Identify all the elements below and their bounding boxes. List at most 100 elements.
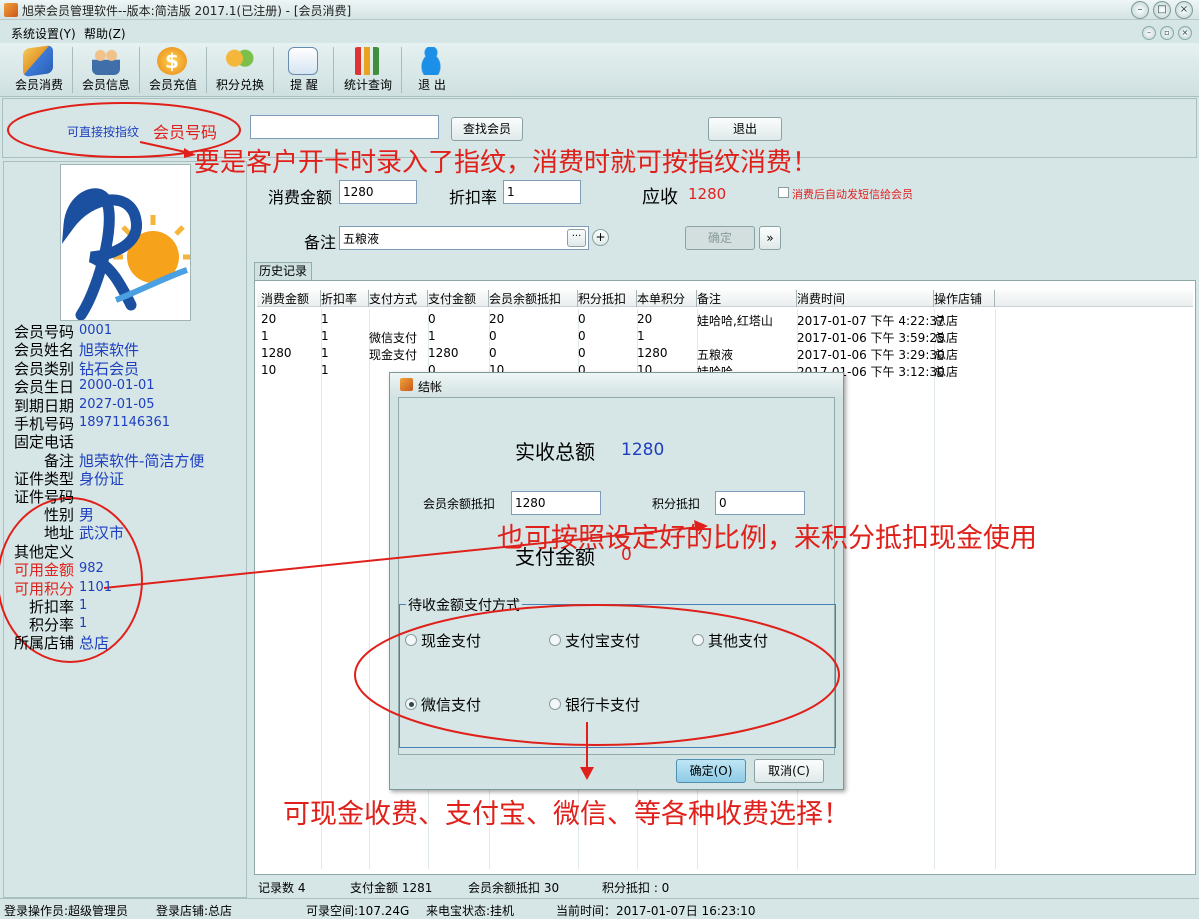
history-column-header[interactable]: 消费金额: [261, 290, 321, 307]
summary-count: 记录数 4: [258, 881, 306, 895]
dollar-coin-icon: $: [157, 47, 187, 75]
member-field-value: 钻石会员: [79, 360, 140, 378]
payment-option[interactable]: 现金支付: [405, 630, 535, 650]
remark-more-button[interactable]: ···: [567, 229, 586, 247]
member-field-value: 982: [79, 561, 104, 576]
table-cell: 0: [578, 329, 586, 343]
exit-person-icon: [416, 47, 446, 75]
sms-checkbox[interactable]: [778, 187, 789, 198]
member-field-value: 2027-01-05: [79, 397, 155, 412]
reminder-icon: [288, 47, 318, 75]
close-icon[interactable]: ×: [1175, 1, 1193, 19]
payment-option[interactable]: 微信支付: [405, 694, 535, 714]
mdi-restore-icon[interactable]: ▫: [1160, 26, 1174, 40]
dialog-title: 结帐: [418, 380, 443, 394]
member-field-value: 身份证: [79, 470, 125, 488]
summary-paid: 支付金额 1281: [350, 881, 433, 895]
history-column-header[interactable]: 消费时间: [797, 290, 934, 307]
confirm-button[interactable]: 确定: [685, 226, 755, 250]
table-cell: 20: [637, 312, 653, 326]
payment-option-label: 银行卡支付: [565, 696, 641, 714]
history-column-header[interactable]: 会员余额抵扣: [489, 290, 578, 307]
table-cell: 1: [637, 329, 645, 343]
history-column-header[interactable]: 支付方式: [369, 290, 428, 307]
status-operator: 登录操作员:超级管理员: [4, 904, 129, 918]
find-member-button[interactable]: 查找会员: [451, 117, 523, 141]
mdi-close-icon[interactable]: ×: [1178, 26, 1192, 40]
history-column-header[interactable]: 操作店铺: [934, 290, 995, 307]
column-gridline: [934, 309, 935, 869]
column-gridline: [995, 309, 996, 869]
history-column-header[interactable]: 折扣率: [321, 290, 369, 307]
table-cell: 1280: [637, 346, 668, 360]
radio-icon[interactable]: [549, 698, 561, 710]
member-no-input[interactable]: [250, 115, 439, 139]
window-title: 旭荣会员管理软件--版本:简洁版 2017.1(已注册) - [会员消费]: [22, 4, 352, 18]
payment-option[interactable]: 其他支付: [692, 630, 822, 650]
toolbar-member-recharge[interactable]: $ 会员充值: [141, 45, 205, 95]
table-cell: 10: [261, 363, 277, 377]
member-no-label: 会员号码: [153, 123, 218, 142]
tab-history[interactable]: 历史记录: [254, 262, 312, 280]
minimize-icon[interactable]: –: [1131, 1, 1149, 19]
dialog-title-bar: 结帐: [390, 373, 843, 397]
member-field-value: 总店: [79, 634, 110, 652]
payment-option[interactable]: 银行卡支付: [549, 694, 679, 714]
radio-icon[interactable]: [692, 634, 704, 646]
maximize-icon[interactable]: □: [1153, 1, 1171, 19]
toolbar: 会员消费 会员信息 $ 会员充值 积分兑换 提 醒 统计查询 退 出: [0, 43, 1199, 97]
next-button[interactable]: »: [759, 226, 781, 250]
table-cell: 1: [321, 346, 329, 360]
annotation-payments: 可现金收费、支付宝、微信、等各种收费选择！: [283, 799, 850, 830]
summary-points: 积分抵扣 : 0: [602, 881, 670, 895]
member-field-label: 可用金额: [13, 561, 74, 579]
amount-input[interactable]: [339, 180, 417, 204]
annotation-fingerprint: 要是客户开卡时录入了指纹，消费时就可按指纹消费！: [194, 148, 819, 178]
amount-label: 消费金额: [268, 188, 333, 207]
app-icon: [4, 3, 18, 17]
radio-icon[interactable]: [549, 634, 561, 646]
discount-input[interactable]: [503, 180, 581, 204]
toolbar-reminder[interactable]: 提 醒: [272, 45, 336, 95]
toolbar-member-consume[interactable]: 会员消费: [7, 44, 71, 95]
payment-option-label: 支付宝支付: [565, 632, 641, 650]
history-column-header[interactable]: 备注: [697, 290, 797, 307]
table-cell: 20: [489, 312, 505, 326]
dialog-ok-button[interactable]: 确定(O): [676, 759, 746, 783]
toolbar-exit[interactable]: 退 出: [400, 45, 464, 95]
toolbar-points-exchange[interactable]: 积分兑换: [208, 45, 272, 95]
radio-icon[interactable]: [405, 634, 417, 646]
mdi-minimize-icon[interactable]: –: [1142, 26, 1156, 40]
payment-option[interactable]: 支付宝支付: [549, 630, 679, 650]
toolbar-member-info[interactable]: 会员信息: [74, 45, 138, 95]
table-cell: 1: [321, 312, 329, 326]
table-row[interactable]: 1280 1 现金支付 1280 0 0 1280 五粮液 2017-01-06 下午 3:29…: [255, 346, 1195, 363]
dialog-body: 实收总额 1280 会员余额抵扣 积分抵扣 支付金额 0 待收金额支付方式 现金…: [398, 397, 836, 755]
history-column-header[interactable]: 支付金额: [428, 290, 489, 307]
remark-input[interactable]: [339, 226, 589, 250]
points-deduct-input[interactable]: [715, 491, 805, 515]
table-cell: 总店: [934, 314, 959, 328]
table-cell: 0: [428, 312, 436, 326]
member-field-value: 0001: [79, 323, 113, 338]
member-field-value: 18971146361: [79, 415, 170, 430]
table-cell: 0: [578, 346, 586, 360]
table-cell: 娃哈哈,红塔山: [697, 314, 773, 328]
dialog-cancel-button[interactable]: 取消(C): [754, 759, 824, 783]
menu-system-settings[interactable]: 系统设置(Y): [11, 25, 76, 42]
table-row[interactable]: 1 1 微信支付 1 0 0 1 2017-01-06 下午 3:59:25 总店: [255, 329, 1195, 346]
history-column-header[interactable]: 本单积分: [637, 290, 697, 307]
table-cell: 总店: [934, 365, 959, 379]
history-column-header[interactable]: 积分抵扣: [578, 290, 637, 307]
table-row[interactable]: 20 1 0 20 0 20 娃哈哈,红塔山 2017-01-07 下午 4:22:37 总店: [255, 312, 1195, 329]
add-remark-button[interactable]: +: [592, 229, 609, 246]
radio-selected-icon[interactable]: [405, 698, 417, 710]
balance-deduct-input[interactable]: [511, 491, 601, 515]
table-cell: 总店: [934, 348, 959, 362]
status-bar: 登录操作员:超级管理员 登录店铺:总店 可录空间:107.24G 来电宝状态:挂…: [0, 898, 1199, 919]
payment-option-label: 其他支付: [708, 632, 769, 650]
menu-help[interactable]: 帮助(Z): [84, 25, 126, 42]
balance-deduct-label: 会员余额抵扣: [423, 497, 496, 511]
toolbar-statistics[interactable]: 统计查询: [336, 45, 400, 95]
exit-button[interactable]: 退出: [708, 117, 782, 141]
